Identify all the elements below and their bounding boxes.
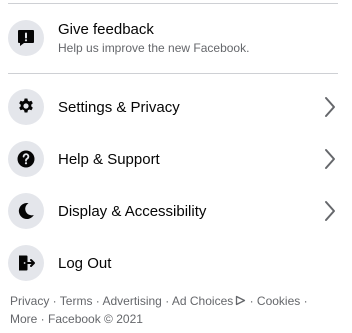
settings-privacy-item[interactable]: Settings & Privacy	[8, 89, 340, 125]
divider	[8, 73, 338, 74]
copyright: Facebook © 2021	[48, 312, 143, 326]
chevron-right-icon	[325, 149, 335, 169]
privacy-link[interactable]: Privacy	[10, 294, 49, 308]
door-exit-icon	[8, 245, 44, 281]
cookies-link[interactable]: Cookies	[257, 294, 300, 308]
settings-privacy-label: Settings & Privacy	[58, 98, 180, 116]
separator: ·	[246, 294, 257, 308]
help-support-label: Help & Support	[58, 150, 160, 168]
separator: ·	[161, 294, 172, 308]
separator: ·	[92, 294, 103, 308]
advertising-link[interactable]: Advertising	[102, 294, 161, 308]
more-link[interactable]: More	[10, 312, 37, 326]
ad-choices-link[interactable]: Ad Choices	[172, 294, 246, 308]
log-out-label: Log Out	[58, 254, 112, 272]
footer-links: Privacy · Terms · Advertising · Ad Choic…	[10, 292, 340, 328]
ad-choices-label: Ad Choices	[171, 294, 234, 308]
log-out-item[interactable]: Log Out	[8, 245, 340, 281]
chevron-right-icon	[325, 97, 335, 117]
separator: ·	[37, 312, 49, 326]
display-accessibility-item[interactable]: Display & Accessibility	[8, 193, 340, 229]
give-feedback-sublabel: Help us improve the new Facebook.	[58, 41, 250, 55]
gear-icon	[8, 89, 44, 125]
give-feedback-label: Give feedback	[58, 21, 154, 38]
separator: ·	[49, 294, 60, 308]
chevron-right-icon	[325, 201, 335, 221]
account-menu: Give feedback Help us improve the new Fa…	[0, 0, 352, 333]
divider	[8, 3, 338, 4]
help-support-item[interactable]: Help & Support	[8, 141, 340, 177]
give-feedback-item[interactable]: Give feedback Help us improve the new Fa…	[8, 20, 340, 56]
terms-link[interactable]: Terms	[60, 294, 93, 308]
moon-icon	[8, 193, 44, 229]
question-icon	[8, 141, 44, 177]
separator: ·	[300, 294, 308, 308]
feedback-icon	[8, 20, 44, 56]
ad-choices-icon	[236, 295, 246, 306]
display-accessibility-label: Display & Accessibility	[58, 202, 207, 220]
